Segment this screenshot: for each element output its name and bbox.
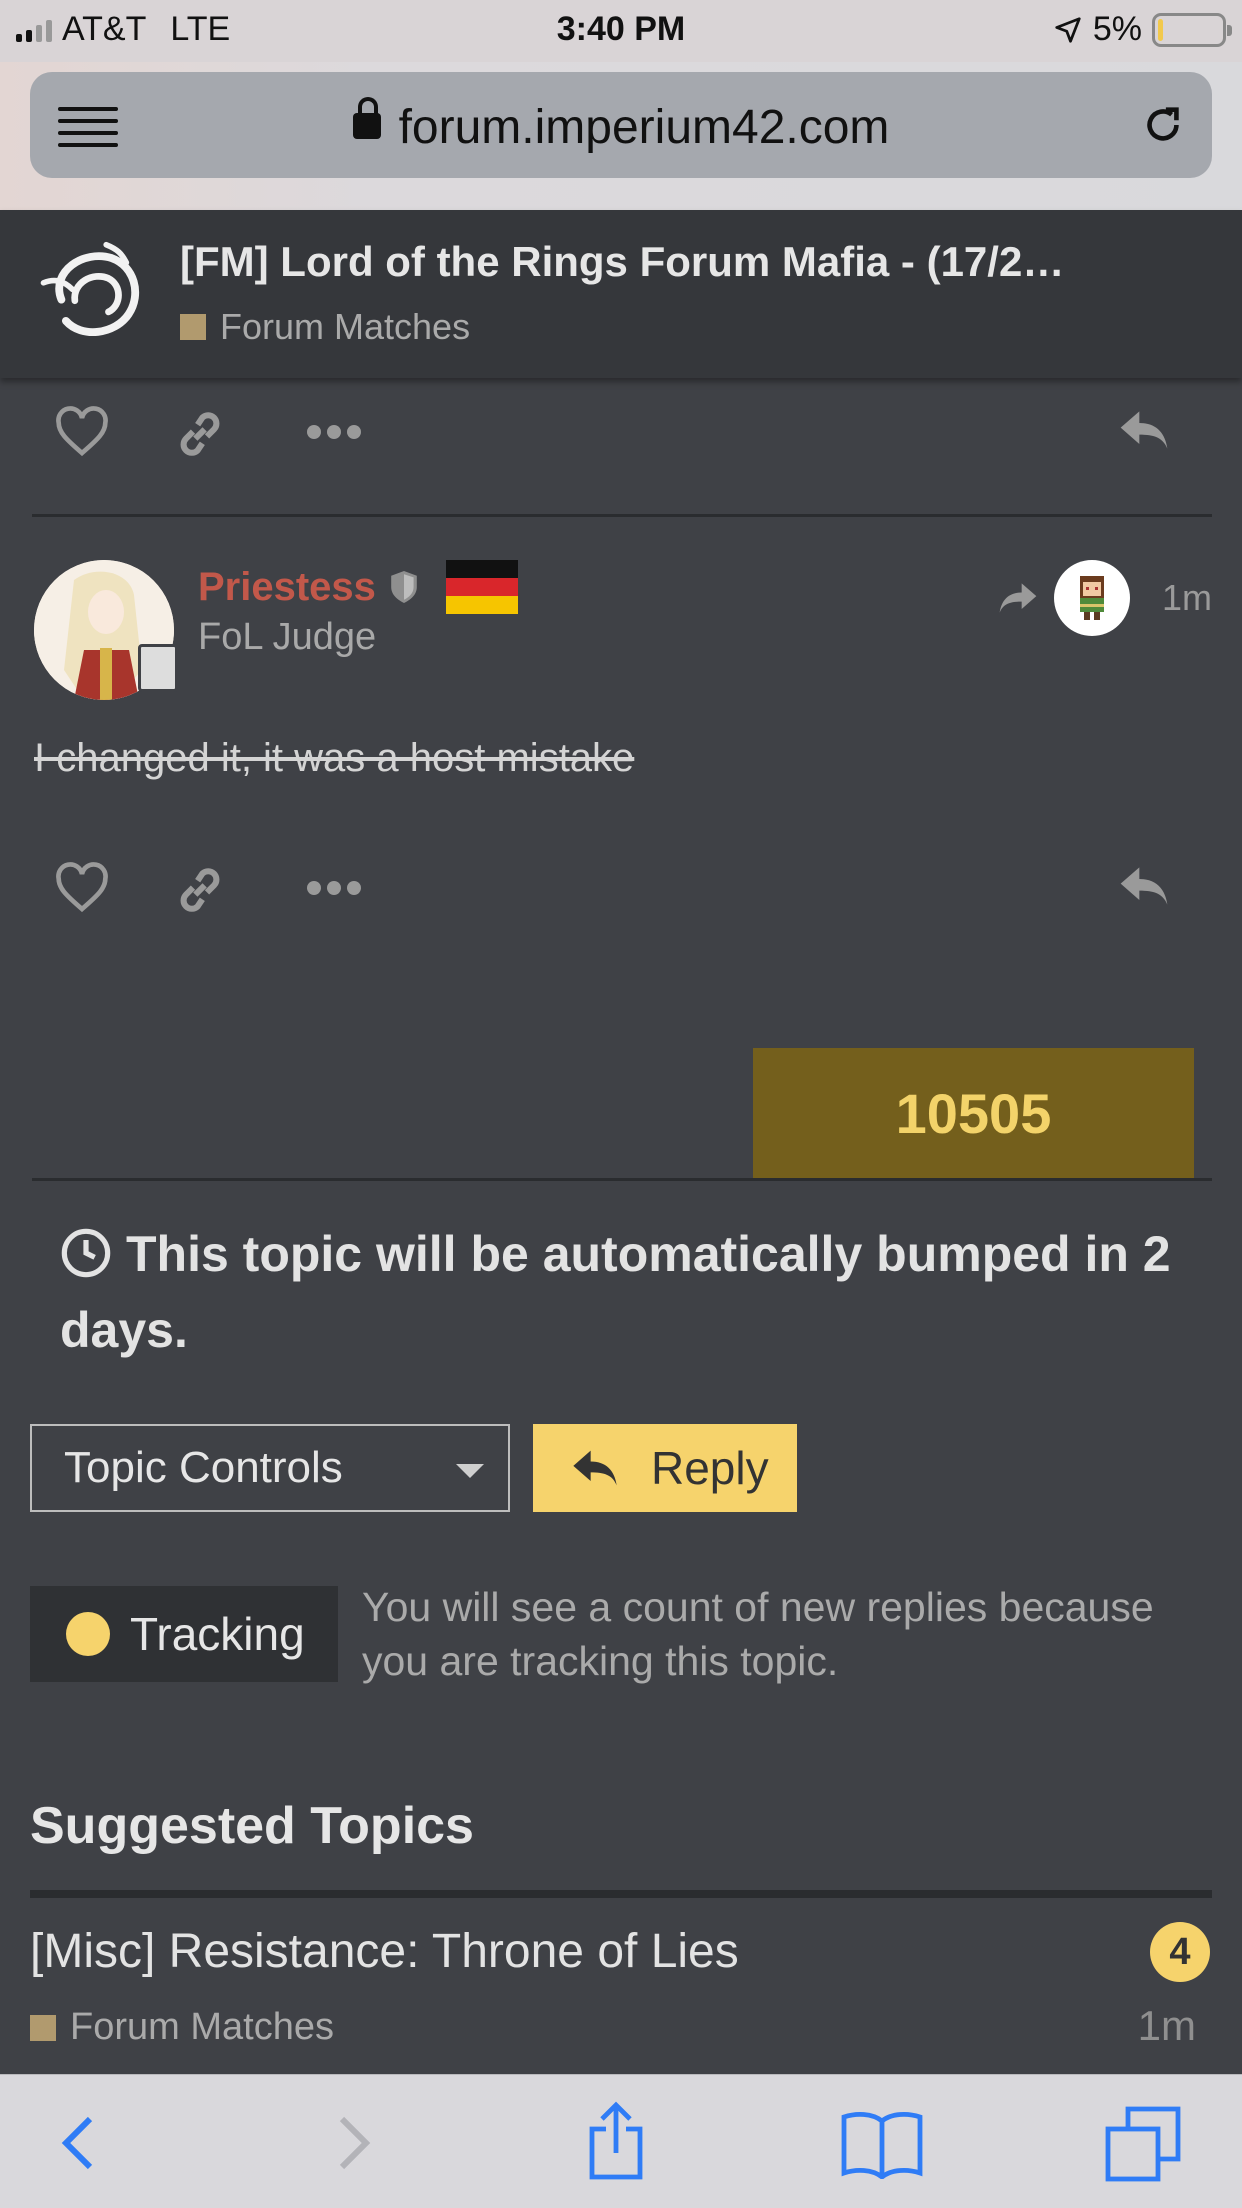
- share-link-icon[interactable]: [172, 406, 228, 462]
- topic-header: [FM] Lord of the Rings Forum Mafia - (17…: [0, 210, 1242, 378]
- suggested-category-label: Forum Matches: [70, 2006, 334, 2048]
- browser-chrome: forum.imperium42.com: [0, 62, 1242, 210]
- post-author[interactable]: Priestess: [198, 560, 518, 614]
- category-color-badge: [180, 314, 206, 340]
- reply-arrow-icon[interactable]: [1116, 862, 1172, 910]
- notification-level-button[interactable]: Tracking: [30, 1586, 338, 1682]
- battery-percent: 5%: [1092, 10, 1142, 48]
- bookmarks-icon[interactable]: [840, 2109, 924, 2179]
- reply-to-arrow-icon[interactable]: [996, 579, 1040, 617]
- moderator-shield-icon: [391, 571, 417, 603]
- more-options-icon[interactable]: [304, 422, 364, 442]
- lock-icon: [352, 97, 381, 140]
- topic-category[interactable]: Forum Matches: [180, 306, 470, 348]
- suggested-topic-title[interactable]: [Misc] Resistance: Throne of Lies: [30, 1924, 739, 1979]
- clock-icon: [61, 1228, 111, 1278]
- auto-bump-text: This topic will be automatically bumped …: [60, 1226, 1171, 1358]
- reply-label: Reply: [651, 1442, 769, 1494]
- tracking-dot-icon: [66, 1612, 110, 1656]
- status-bar: AT&T LTE 3:40 PM 5%: [0, 0, 1242, 62]
- username-label: Priestess: [198, 564, 376, 609]
- tabs-icon[interactable]: [1104, 2105, 1182, 2183]
- category-color-badge: [30, 2014, 56, 2041]
- post-divider: [32, 514, 1212, 517]
- reply-button[interactable]: Reply: [533, 1424, 797, 1512]
- like-heart-icon[interactable]: [54, 406, 110, 458]
- reload-icon[interactable]: [1140, 102, 1186, 148]
- suggested-divider: [30, 1890, 1212, 1898]
- like-heart-icon[interactable]: [54, 862, 110, 914]
- category-label: Forum Matches: [220, 306, 471, 347]
- post-actions: [0, 848, 1242, 928]
- share-icon[interactable]: [584, 2101, 648, 2181]
- post-body-text: I changed it, it was a host mistake: [34, 736, 635, 780]
- user-title: FoL Judge: [198, 616, 377, 658]
- reply-to-avatar[interactable]: [1053, 560, 1130, 636]
- unread-count-badge[interactable]: 4: [1150, 1922, 1210, 1982]
- url-display[interactable]: forum.imperium42.com: [30, 97, 1212, 155]
- tracking-description: You will see a count of new replies beca…: [362, 1584, 1154, 1684]
- forward-icon[interactable]: [334, 2113, 374, 2173]
- timeline-divider: [32, 1178, 1212, 1181]
- reply-to-avatar-image: [1079, 576, 1104, 620]
- more-options-icon[interactable]: [304, 878, 364, 898]
- suggested-topic-time: 1m: [1137, 2002, 1196, 2049]
- auto-bump-notice: This topic will be automatically bumped …: [60, 1216, 1220, 1368]
- url-text: forum.imperium42.com: [398, 101, 890, 154]
- user-badge-icon[interactable]: [138, 644, 178, 692]
- site-logo[interactable]: [34, 238, 156, 350]
- post-time[interactable]: 1m: [1162, 577, 1212, 619]
- location-arrow-icon: [1055, 16, 1081, 43]
- address-bar[interactable]: forum.imperium42.com: [30, 72, 1212, 178]
- browser-toolbar: [0, 2074, 1242, 2208]
- suggested-topic-category[interactable]: Forum Matches: [30, 2006, 334, 2049]
- previous-post-actions: [0, 392, 1242, 472]
- suggested-topics-heading: Suggested Topics: [30, 1797, 474, 1855]
- back-icon[interactable]: [58, 2113, 98, 2173]
- topic-controls-dropdown[interactable]: Topic Controls: [30, 1424, 510, 1512]
- reply-arrow-icon[interactable]: [1116, 406, 1172, 454]
- share-link-icon[interactable]: [172, 862, 228, 918]
- battery-icon: [1152, 12, 1232, 47]
- post-count-banner[interactable]: 10505: [753, 1048, 1194, 1178]
- post-meta: 1m: [996, 560, 1212, 636]
- tracking-label: Tracking: [130, 1608, 305, 1660]
- chevron-down-icon: [456, 1464, 484, 1478]
- germany-flag-icon: [445, 560, 518, 614]
- reply-icon: [573, 1450, 617, 1486]
- topic-controls-label: Topic Controls: [64, 1443, 343, 1492]
- status-right: 5%: [1053, 10, 1232, 49]
- topic-title[interactable]: [FM] Lord of the Rings Forum Mafia - (17…: [180, 238, 1064, 286]
